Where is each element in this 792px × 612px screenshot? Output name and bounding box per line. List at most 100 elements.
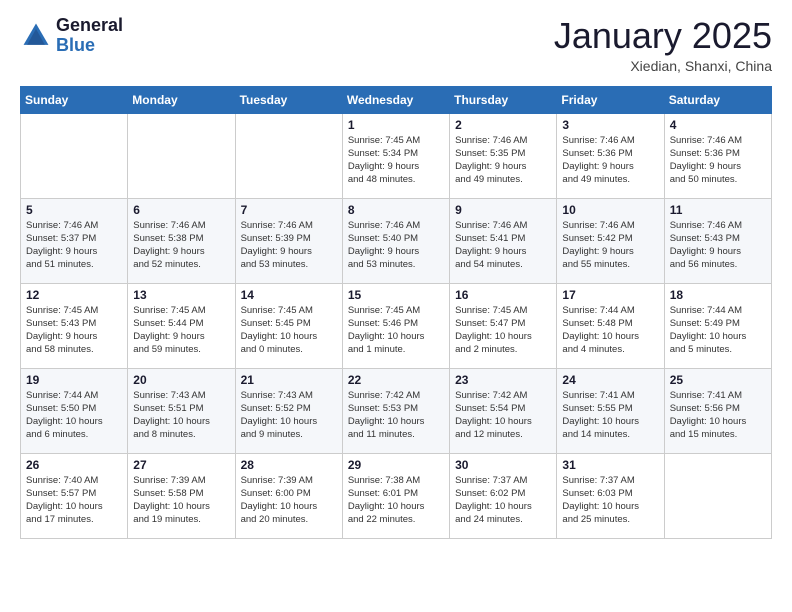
day-number: 27 — [133, 458, 229, 472]
calendar-cell: 11 Sunrise: 7:46 AM Sunset: 5:43 PM Dayli… — [664, 198, 771, 283]
logo: General Blue — [20, 16, 123, 56]
day-number: 6 — [133, 203, 229, 217]
day-header-monday: Monday — [128, 86, 235, 113]
day-detail: Sunrise: 7:46 AM Sunset: 5:40 PM Dayligh… — [348, 219, 444, 272]
day-number: 1 — [348, 118, 444, 132]
day-number: 7 — [241, 203, 337, 217]
day-number: 16 — [455, 288, 551, 302]
calendar: SundayMondayTuesdayWednesdayThursdayFrid… — [20, 86, 772, 539]
day-number: 5 — [26, 203, 122, 217]
calendar-cell: 15 Sunrise: 7:45 AM Sunset: 5:46 PM Dayli… — [342, 283, 449, 368]
day-detail: Sunrise: 7:46 AM Sunset: 5:36 PM Dayligh… — [562, 134, 658, 187]
day-number: 3 — [562, 118, 658, 132]
calendar-cell — [235, 113, 342, 198]
page: General Blue January 2025 Xiedian, Shanx… — [0, 0, 792, 612]
title-block: January 2025 Xiedian, Shanxi, China — [554, 16, 772, 74]
day-number: 10 — [562, 203, 658, 217]
calendar-cell: 24 Sunrise: 7:41 AM Sunset: 5:55 PM Dayli… — [557, 368, 664, 453]
day-header-saturday: Saturday — [664, 86, 771, 113]
day-number: 30 — [455, 458, 551, 472]
calendar-cell: 20Sunrise: 7:43 AM Sunset: 5:51 PM Dayli… — [128, 368, 235, 453]
day-detail: Sunrise: 7:45 AM Sunset: 5:46 PM Dayligh… — [348, 304, 444, 357]
day-detail: Sunrise: 7:44 AM Sunset: 5:50 PM Dayligh… — [26, 389, 122, 442]
calendar-cell: 9 Sunrise: 7:46 AM Sunset: 5:41 PM Daylig… — [450, 198, 557, 283]
week-row-0: 1 Sunrise: 7:45 AM Sunset: 5:34 PM Daylig… — [21, 113, 772, 198]
day-detail: Sunrise: 7:43 AM Sunset: 5:51 PM Dayligh… — [133, 389, 229, 442]
day-detail: Sunrise: 7:45 AM Sunset: 5:34 PM Dayligh… — [348, 134, 444, 187]
day-number: 31 — [562, 458, 658, 472]
week-row-2: 12 Sunrise: 7:45 AM Sunset: 5:43 PM Dayli… — [21, 283, 772, 368]
calendar-cell: 22Sunrise: 7:42 AM Sunset: 5:53 PM Dayli… — [342, 368, 449, 453]
calendar-cell: 28 Sunrise: 7:39 AM Sunset: 6:00 PM Dayli… — [235, 453, 342, 538]
logo-blue: Blue — [56, 36, 123, 56]
day-detail: Sunrise: 7:41 AM Sunset: 5:55 PM Dayligh… — [562, 389, 658, 442]
day-number: 11 — [670, 203, 766, 217]
week-row-1: 5 Sunrise: 7:46 AM Sunset: 5:37 PM Daylig… — [21, 198, 772, 283]
header: General Blue January 2025 Xiedian, Shanx… — [20, 16, 772, 74]
day-detail: Sunrise: 7:45 AM Sunset: 5:43 PM Dayligh… — [26, 304, 122, 357]
logo-text: General Blue — [56, 16, 123, 56]
day-header-sunday: Sunday — [21, 86, 128, 113]
logo-general: General — [56, 16, 123, 36]
calendar-cell: 2 Sunrise: 7:46 AM Sunset: 5:35 PM Daylig… — [450, 113, 557, 198]
calendar-cell: 21Sunrise: 7:43 AM Sunset: 5:52 PM Dayli… — [235, 368, 342, 453]
calendar-cell — [128, 113, 235, 198]
day-detail: Sunrise: 7:46 AM Sunset: 5:43 PM Dayligh… — [670, 219, 766, 272]
day-detail: Sunrise: 7:45 AM Sunset: 5:44 PM Dayligh… — [133, 304, 229, 357]
day-number: 18 — [670, 288, 766, 302]
week-row-4: 26Sunrise: 7:40 AM Sunset: 5:57 PM Dayli… — [21, 453, 772, 538]
calendar-cell: 26Sunrise: 7:40 AM Sunset: 5:57 PM Dayli… — [21, 453, 128, 538]
day-header-thursday: Thursday — [450, 86, 557, 113]
day-detail: Sunrise: 7:46 AM Sunset: 5:37 PM Dayligh… — [26, 219, 122, 272]
day-number: 17 — [562, 288, 658, 302]
day-detail: Sunrise: 7:42 AM Sunset: 5:53 PM Dayligh… — [348, 389, 444, 442]
day-detail: Sunrise: 7:46 AM Sunset: 5:35 PM Dayligh… — [455, 134, 551, 187]
day-detail: Sunrise: 7:45 AM Sunset: 5:47 PM Dayligh… — [455, 304, 551, 357]
day-header-friday: Friday — [557, 86, 664, 113]
day-number: 26 — [26, 458, 122, 472]
day-number: 15 — [348, 288, 444, 302]
calendar-cell: 27 Sunrise: 7:39 AM Sunset: 5:58 PM Dayli… — [128, 453, 235, 538]
calendar-cell: 14Sunrise: 7:45 AM Sunset: 5:45 PM Dayli… — [235, 283, 342, 368]
day-number: 21 — [241, 373, 337, 387]
day-detail: Sunrise: 7:39 AM Sunset: 5:58 PM Dayligh… — [133, 474, 229, 527]
day-detail: Sunrise: 7:46 AM Sunset: 5:41 PM Dayligh… — [455, 219, 551, 272]
day-number: 25 — [670, 373, 766, 387]
day-detail: Sunrise: 7:39 AM Sunset: 6:00 PM Dayligh… — [241, 474, 337, 527]
calendar-cell: 4 Sunrise: 7:46 AM Sunset: 5:36 PM Daylig… — [664, 113, 771, 198]
day-detail: Sunrise: 7:46 AM Sunset: 5:36 PM Dayligh… — [670, 134, 766, 187]
calendar-cell: 30 Sunrise: 7:37 AM Sunset: 6:02 PM Dayli… — [450, 453, 557, 538]
calendar-cell: 18 Sunrise: 7:44 AM Sunset: 5:49 PM Dayli… — [664, 283, 771, 368]
logo-icon — [20, 20, 52, 52]
calendar-cell: 23 Sunrise: 7:42 AM Sunset: 5:54 PM Dayli… — [450, 368, 557, 453]
calendar-cell: 17Sunrise: 7:44 AM Sunset: 5:48 PM Dayli… — [557, 283, 664, 368]
calendar-cell: 1 Sunrise: 7:45 AM Sunset: 5:34 PM Daylig… — [342, 113, 449, 198]
calendar-cell: 10Sunrise: 7:46 AM Sunset: 5:42 PM Dayli… — [557, 198, 664, 283]
day-number: 13 — [133, 288, 229, 302]
calendar-body: 1 Sunrise: 7:45 AM Sunset: 5:34 PM Daylig… — [21, 113, 772, 538]
day-number: 28 — [241, 458, 337, 472]
day-detail: Sunrise: 7:37 AM Sunset: 6:03 PM Dayligh… — [562, 474, 658, 527]
calendar-cell: 3 Sunrise: 7:46 AM Sunset: 5:36 PM Daylig… — [557, 113, 664, 198]
calendar-cell: 5 Sunrise: 7:46 AM Sunset: 5:37 PM Daylig… — [21, 198, 128, 283]
day-number: 9 — [455, 203, 551, 217]
day-detail: Sunrise: 7:46 AM Sunset: 5:38 PM Dayligh… — [133, 219, 229, 272]
week-row-3: 19 Sunrise: 7:44 AM Sunset: 5:50 PM Dayli… — [21, 368, 772, 453]
day-number: 2 — [455, 118, 551, 132]
day-number: 24 — [562, 373, 658, 387]
day-number: 23 — [455, 373, 551, 387]
day-number: 19 — [26, 373, 122, 387]
day-detail: Sunrise: 7:37 AM Sunset: 6:02 PM Dayligh… — [455, 474, 551, 527]
day-number: 4 — [670, 118, 766, 132]
month-title: January 2025 — [554, 16, 772, 56]
day-detail: Sunrise: 7:42 AM Sunset: 5:54 PM Dayligh… — [455, 389, 551, 442]
day-number: 14 — [241, 288, 337, 302]
calendar-cell: 19 Sunrise: 7:44 AM Sunset: 5:50 PM Dayli… — [21, 368, 128, 453]
calendar-cell — [664, 453, 771, 538]
calendar-cell: 31 Sunrise: 7:37 AM Sunset: 6:03 PM Dayli… — [557, 453, 664, 538]
location: Xiedian, Shanxi, China — [554, 58, 772, 74]
day-number: 12 — [26, 288, 122, 302]
calendar-cell: 7Sunrise: 7:46 AM Sunset: 5:39 PM Daylig… — [235, 198, 342, 283]
day-detail: Sunrise: 7:44 AM Sunset: 5:49 PM Dayligh… — [670, 304, 766, 357]
calendar-cell: 25Sunrise: 7:41 AM Sunset: 5:56 PM Dayli… — [664, 368, 771, 453]
